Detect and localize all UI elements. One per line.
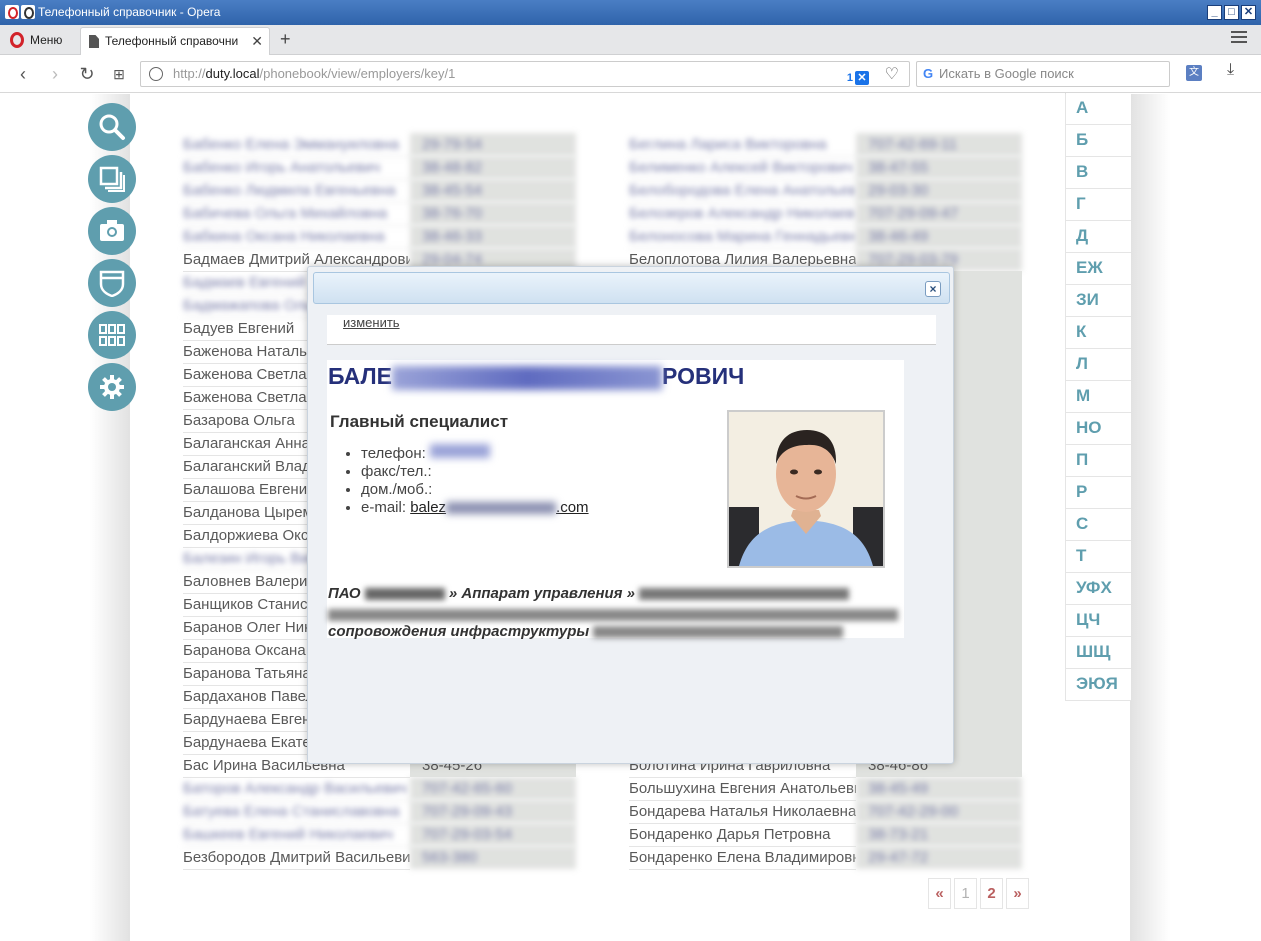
reload-icon[interactable]: ↻ xyxy=(76,62,98,86)
contact-list: телефон: факс/тел.: дом./моб.: e-mail: b… xyxy=(361,444,589,517)
bookmark-heart-icon[interactable]: ♡ xyxy=(885,63,899,87)
menu-label: Меню xyxy=(30,33,63,47)
search-placeholder: Искать в Google поиск xyxy=(939,66,1074,81)
address-toolbar: ‹ › ↻ ⊞ http://duty.local/phonebook/view… xyxy=(0,56,1261,93)
url-field[interactable]: http://duty.local/phonebook/view/employe… xyxy=(140,61,910,87)
dept-division: » Аппарат управления » xyxy=(448,585,636,602)
edit-link[interactable]: изменить xyxy=(343,315,400,330)
employee-modal: × изменить БАЛЕ РОВИЧ Главный специалист … xyxy=(307,266,954,764)
dept-group: сопровождения инфраструктуры xyxy=(328,623,590,640)
employee-position: Главный специалист xyxy=(330,412,509,431)
modal-close-button[interactable]: × xyxy=(925,281,941,297)
opera-logo-icon xyxy=(5,5,19,19)
phone-item: телефон: xyxy=(361,444,589,463)
tab-title: Телефонный справочни xyxy=(105,34,239,48)
dept-redacted-2 xyxy=(639,588,850,601)
dept-redacted-4 xyxy=(593,626,844,639)
download-icon[interactable]: ⤓ xyxy=(1227,61,1234,79)
email-item: e-mail: balez .com xyxy=(361,499,589,517)
tab-phonebook[interactable]: Телефонный справочни ✕ xyxy=(80,27,270,55)
adblock-badge[interactable]: 1 ✕ xyxy=(847,66,869,90)
fio-start: БАЛЕ xyxy=(328,363,393,389)
google-icon: G xyxy=(923,66,934,81)
portrait-image xyxy=(729,412,883,566)
window-title-bar: Телефонный справочник - Opera _ □ ✕ xyxy=(0,0,1261,25)
translate-icon[interactable]: 文 xyxy=(1186,65,1202,81)
modal-header: × xyxy=(313,272,950,304)
tab-bar: Меню Телефонный справочни ✕ + xyxy=(0,25,1261,55)
adblock-count: 1 xyxy=(846,72,853,84)
employee-photo xyxy=(727,410,885,568)
phone-label: телефон: xyxy=(361,445,426,462)
opera-menu-button[interactable]: Меню xyxy=(6,28,62,52)
phone-redacted xyxy=(429,444,490,458)
tiles-icon[interactable]: ⊞ xyxy=(108,62,130,86)
forward-icon[interactable]: › xyxy=(44,62,66,86)
email-redacted xyxy=(446,502,557,515)
email-end: .com xyxy=(556,499,589,516)
employee-department: ПАО » Аппарат управления » сопровождения… xyxy=(328,584,908,641)
modal-toolbar: изменить xyxy=(327,315,936,345)
close-tab-icon[interactable]: ✕ xyxy=(251,28,263,54)
app-icon xyxy=(21,5,35,19)
dept-redacted-1 xyxy=(364,588,445,601)
home-item: дом./моб.: xyxy=(361,481,589,499)
fio-end: РОВИЧ xyxy=(662,363,745,389)
fax-label: факс/тел.: xyxy=(361,463,432,480)
back-icon[interactable]: ‹ xyxy=(12,62,34,86)
fax-item: факс/тел.: xyxy=(361,463,589,481)
maximize-button[interactable]: □ xyxy=(1224,5,1239,20)
fio-redacted xyxy=(392,365,663,390)
url-scheme: http:// xyxy=(173,66,206,81)
url-host: duty.local xyxy=(205,66,260,81)
minimize-button[interactable]: _ xyxy=(1207,5,1222,20)
page-icon xyxy=(89,35,99,48)
employee-fullname: БАЛЕ РОВИЧ xyxy=(328,363,744,390)
email-label: e-mail: xyxy=(361,499,407,516)
opera-icon xyxy=(10,32,24,48)
url-path: /phonebook/view/employers/key/1 xyxy=(259,66,456,81)
new-tab-button[interactable]: + xyxy=(280,28,291,50)
email-start: balez xyxy=(410,499,447,516)
dept-redacted-3 xyxy=(328,609,898,622)
close-window-button[interactable]: ✕ xyxy=(1241,5,1256,20)
employee-card: БАЛЕ РОВИЧ Главный специалист телефон: фа… xyxy=(327,360,904,640)
google-search-input[interactable]: G Искать в Google поиск xyxy=(916,61,1170,87)
globe-icon xyxy=(149,67,163,81)
window-title: Телефонный справочник - Opera xyxy=(38,5,221,19)
tab-menu-icon[interactable] xyxy=(1231,31,1247,45)
home-label: дом./моб.: xyxy=(361,481,433,498)
dept-company: ПАО xyxy=(328,585,361,602)
email-link[interactable]: balez .com xyxy=(410,499,588,516)
